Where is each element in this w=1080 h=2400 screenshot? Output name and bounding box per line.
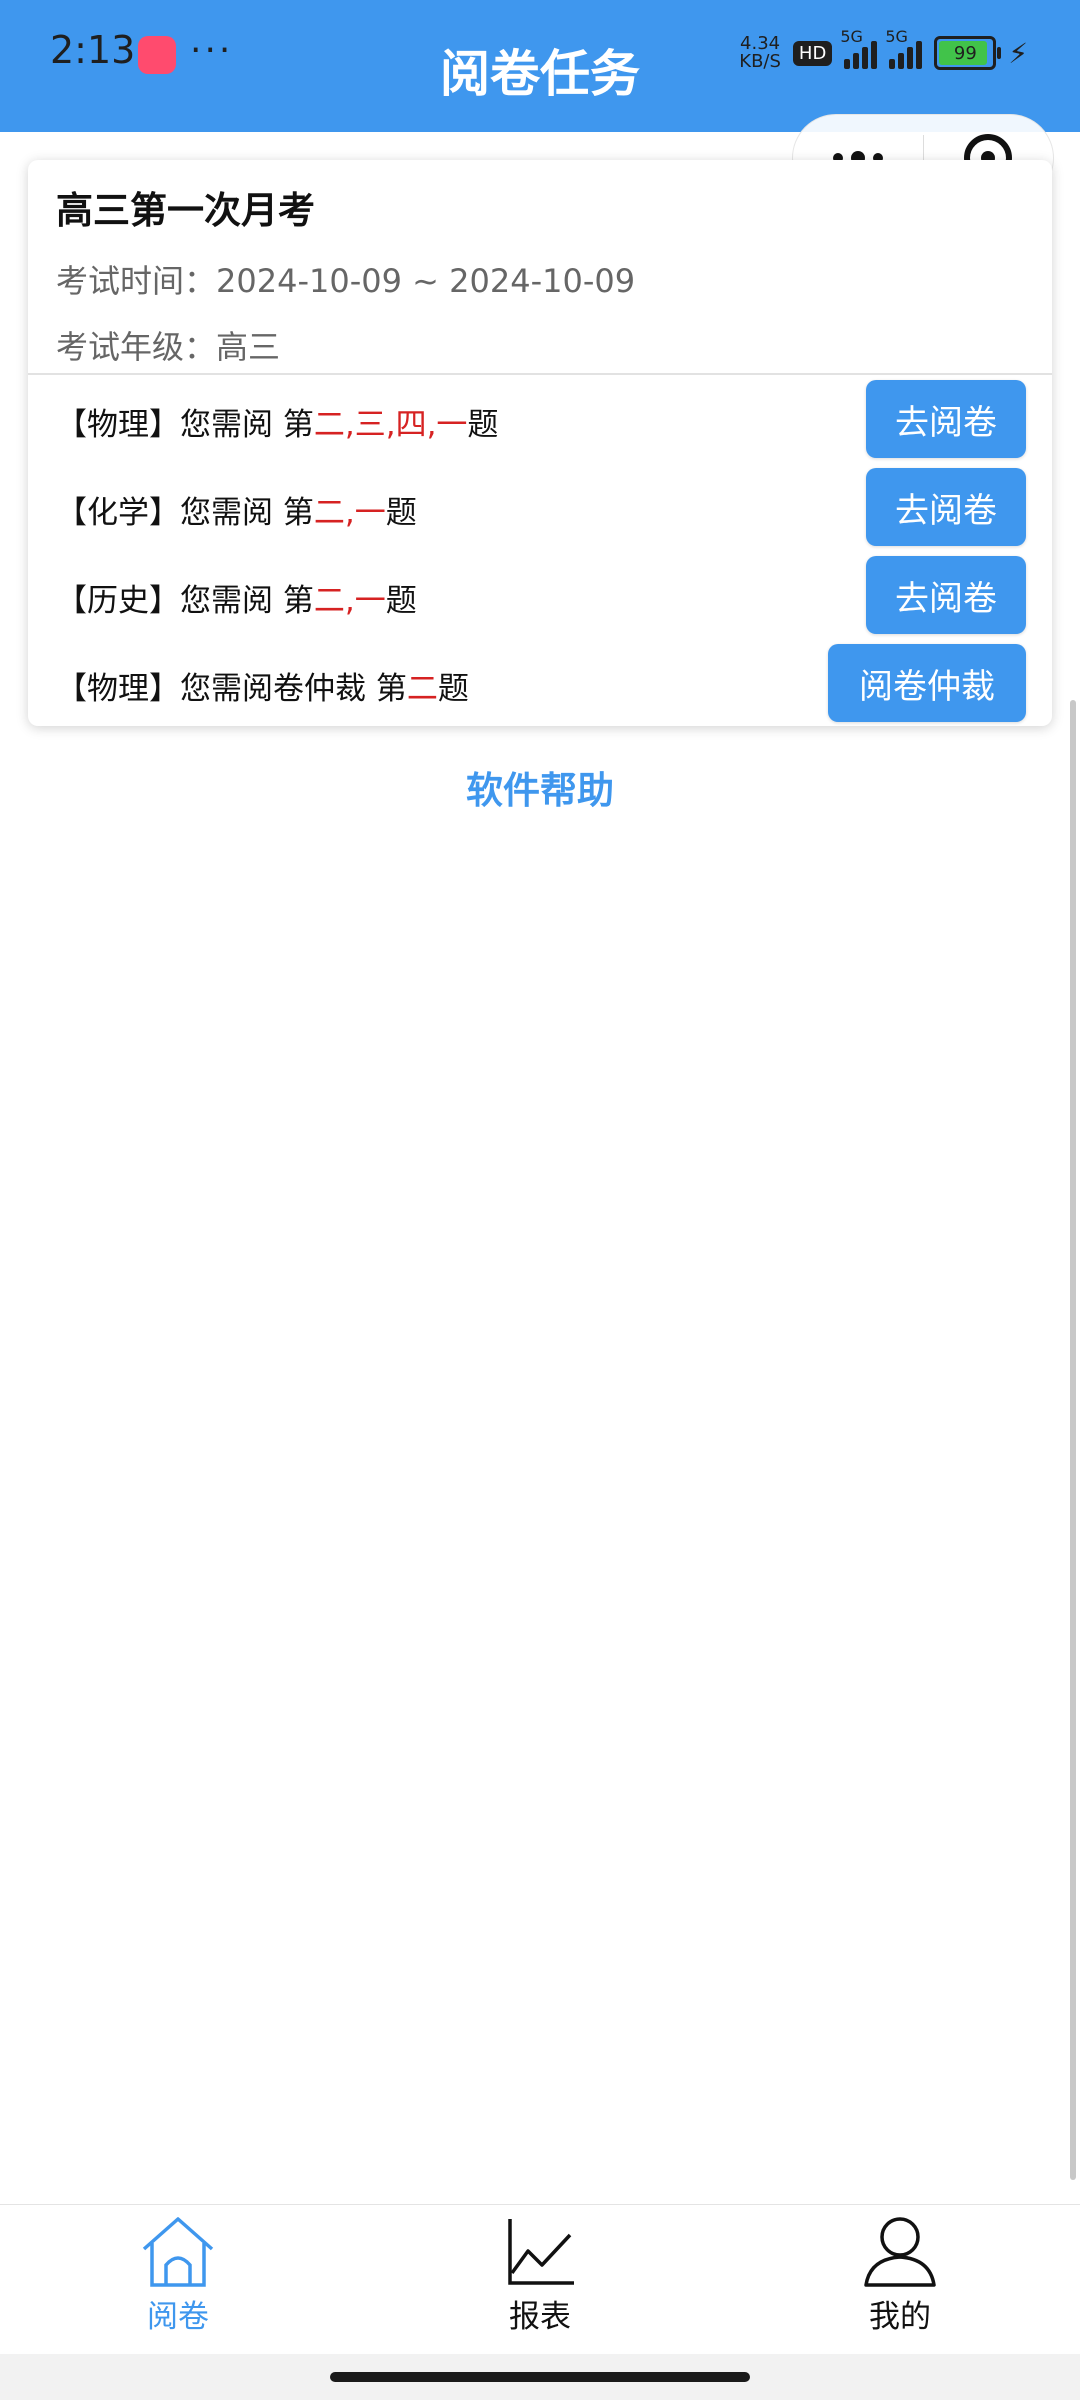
user-icon — [864, 2217, 936, 2287]
home-indicator[interactable] — [330, 2372, 750, 2382]
help-link[interactable]: 软件帮助 — [0, 760, 1080, 814]
tab-label: 我的 — [869, 2299, 931, 2335]
charging-icon: ⚡ — [1008, 36, 1028, 70]
task-row-history: 【历史】您需阅 第二,一题 去阅卷 — [28, 551, 1052, 639]
exam-grade: 考试年级：高三 — [56, 328, 281, 366]
exam-time: 考试时间：2024-10-09 ~ 2024-10-09 — [56, 262, 636, 300]
tab-mine[interactable]: 我的 — [800, 2213, 1000, 2353]
arbitration-button[interactable]: 阅卷仲裁 — [828, 644, 1026, 722]
task-text: 【化学】您需阅 第二,一题 — [56, 495, 417, 531]
home-icon — [142, 2217, 214, 2287]
tab-grading[interactable]: 阅卷 — [78, 2213, 278, 2353]
task-text: 【历史】您需阅 第二,一题 — [56, 583, 417, 619]
top-bar: 2:13 ··· 阅卷任务 4.34 KB/S HD 5G 5G 99 ⚡ — [0, 0, 1080, 132]
tab-reports[interactable]: 报表 — [440, 2213, 640, 2353]
signal-icon-2: 5G — [885, 27, 923, 69]
task-text: 【物理】您需阅 第二,三,四,一题 — [56, 407, 499, 443]
network-speed: 4.34 KB/S — [739, 33, 781, 72]
tab-label: 阅卷 — [147, 2299, 209, 2335]
hd-badge: HD — [792, 40, 833, 66]
status-indicators: 4.34 KB/S HD 5G 5G 99 ⚡ — [739, 27, 1028, 74]
bottom-tab-bar: 阅卷 报表 我的 — [0, 2204, 1080, 2355]
scrollbar — [1070, 700, 1076, 2180]
exam-title: 高三第一次月考 — [56, 189, 315, 232]
chart-icon — [508, 2219, 574, 2285]
tab-label: 报表 — [509, 2299, 571, 2335]
battery-icon: 99 — [934, 36, 1002, 70]
exam-card: 高三第一次月考 考试时间：2024-10-09 ~ 2024-10-09 考试年… — [28, 160, 1052, 726]
signal-icon: 5G — [840, 27, 878, 69]
go-grade-button[interactable]: 去阅卷 — [866, 380, 1026, 458]
task-row-physics: 【物理】您需阅 第二,三,四,一题 去阅卷 — [28, 375, 1052, 463]
task-text: 【物理】您需阅卷仲裁 第二题 — [56, 671, 469, 707]
task-row-arbitration: 【物理】您需阅卷仲裁 第二题 阅卷仲裁 — [28, 639, 1052, 727]
task-row-chemistry: 【化学】您需阅 第二,一题 去阅卷 — [28, 463, 1052, 551]
go-grade-button[interactable]: 去阅卷 — [866, 556, 1026, 634]
go-grade-button[interactable]: 去阅卷 — [866, 468, 1026, 546]
